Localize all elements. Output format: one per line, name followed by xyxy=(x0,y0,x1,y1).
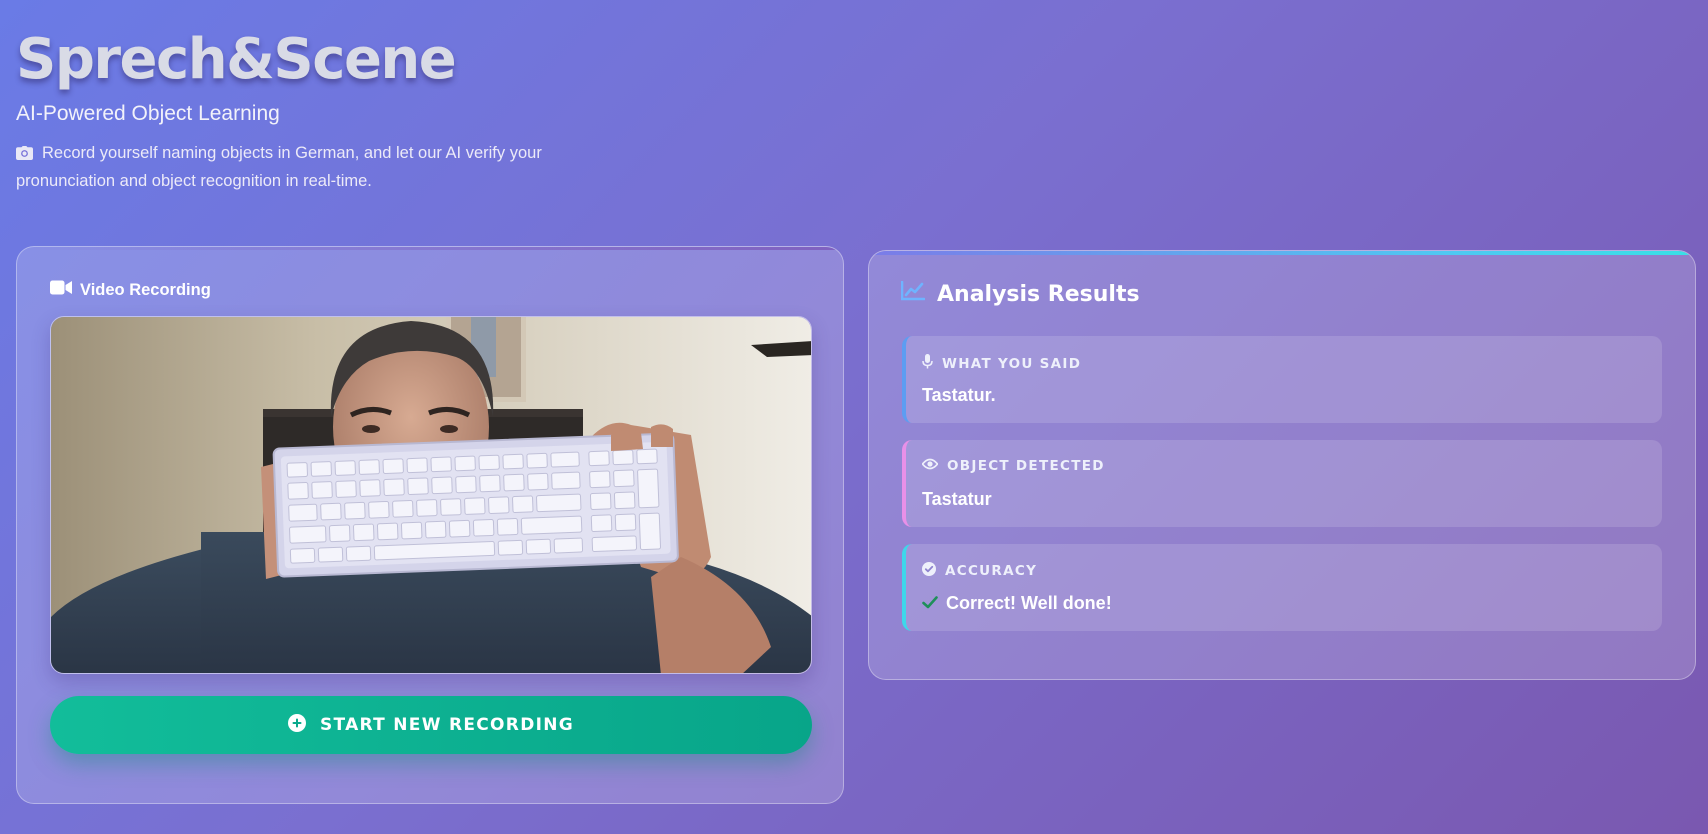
hero-section: Sprech&Scene AI-Powered Object Learning … xyxy=(16,27,636,194)
object-detected-label: OBJECT DETECTED xyxy=(947,458,1105,474)
app-description: Record yourself naming objects in German… xyxy=(16,140,596,194)
video-panel-header: Video Recording xyxy=(50,280,211,300)
analysis-panel-header: Analysis Results xyxy=(900,280,1140,307)
plus-circle-icon xyxy=(287,713,306,737)
check-circle-icon xyxy=(922,562,936,580)
panel-accent-line xyxy=(17,247,843,250)
what-you-said-card: WHAT YOU SAID Tastatur. xyxy=(902,336,1662,423)
accuracy-value-row: Correct! Well done! xyxy=(922,593,1112,614)
app-title: Sprech&Scene xyxy=(16,27,457,92)
analysis-panel-title: Analysis Results xyxy=(937,281,1140,307)
panel-accent-line xyxy=(869,251,1695,255)
object-detected-card: OBJECT DETECTED Tastatur xyxy=(902,440,1662,527)
analysis-results-panel: Analysis Results WHAT YOU SAID Tastatur.… xyxy=(868,250,1696,680)
what-you-said-label-row: WHAT YOU SAID xyxy=(922,354,1081,373)
accuracy-value: Correct! Well done! xyxy=(946,593,1112,613)
video-preview[interactable] xyxy=(50,316,812,674)
video-panel-title: Video Recording xyxy=(80,280,211,299)
video-recording-panel: Video Recording START NEW RECORDING xyxy=(16,246,844,804)
chart-line-icon xyxy=(900,280,926,307)
accuracy-label-row: ACCURACY xyxy=(922,562,1037,580)
what-you-said-value: Tastatur. xyxy=(922,385,996,405)
eye-icon xyxy=(921,458,939,474)
camera-icon xyxy=(16,142,33,168)
accuracy-card: ACCURACY Correct! Well done! xyxy=(902,544,1662,631)
accuracy-label: ACCURACY xyxy=(945,563,1038,579)
start-new-recording-label: START NEW RECORDING xyxy=(319,715,575,735)
what-you-said-label: WHAT YOU SAID xyxy=(942,355,1082,372)
microphone-icon xyxy=(922,354,933,373)
object-detected-value: Tastatur xyxy=(922,489,992,509)
description-text: Record yourself naming objects in German… xyxy=(16,144,542,191)
object-detected-label-row: OBJECT DETECTED xyxy=(921,458,1105,474)
checkmark-icon xyxy=(922,593,938,614)
video-camera-icon xyxy=(50,280,72,300)
app-subtitle: AI-Powered Object Learning xyxy=(16,102,280,126)
video-frame-image xyxy=(51,317,811,673)
start-new-recording-button[interactable]: START NEW RECORDING xyxy=(50,696,812,754)
